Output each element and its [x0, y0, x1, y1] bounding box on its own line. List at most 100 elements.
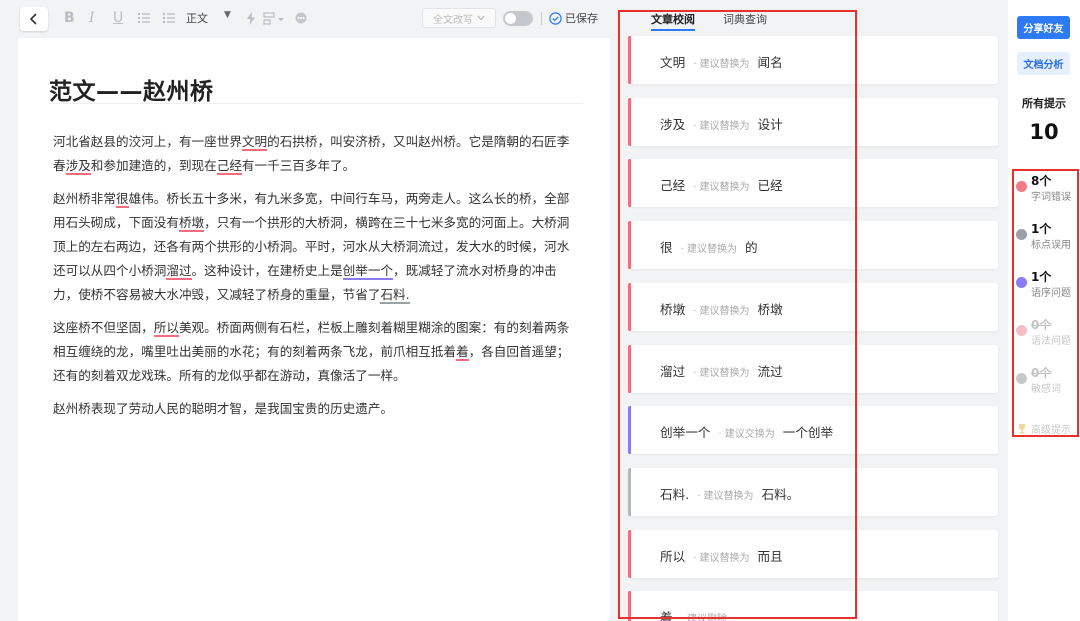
category-dot-icon: [1016, 181, 1027, 192]
suggestion-card[interactable]: 溜过 · 建议替换为 流过: [628, 344, 998, 393]
paragraph-line: 顶上的左右两边，还各有两个拱形的小桥洞。平时，河水从大桥洞流过，发大水的时候，河…: [53, 235, 578, 259]
suggestion-row: 创举一个 · 建议交换为 一个创举: [660, 422, 833, 441]
suggested-word[interactable]: 已经: [758, 175, 783, 194]
document-title[interactable]: 范文——赵州桥: [49, 72, 214, 106]
back-button[interactable]: [20, 7, 48, 31]
suggestion-card[interactable]: 很 · 建议替换为的: [628, 221, 998, 270]
text-segment: 春: [53, 158, 66, 173]
flagged-word[interactable]: 石料.: [380, 287, 410, 304]
suggestion-card[interactable]: 桥墩 · 建议替换为 桥墩: [628, 282, 998, 331]
suggested-word[interactable]: 流过: [758, 361, 783, 380]
paragraph-line: 还可以从四个小桥洞溜过。这种设计，在建桥史上是创举一个，既减轻了流水对桥身的冲击: [53, 259, 578, 283]
flagged-word[interactable]: 己经: [216, 158, 242, 175]
text-segment: ，既减轻了流水对桥身的冲击: [393, 263, 557, 278]
suggestion-color-bar: [628, 97, 631, 146]
lightning-icon[interactable]: [246, 9, 256, 27]
document-analysis-button[interactable]: 文档分析: [1017, 52, 1070, 75]
paragraph-line: 春涉及和参加建造的，到现在己经有一千三百多年了。: [53, 154, 578, 178]
paragraph-line: 赵州桥表现了劳动人民的聪明才智，是我国宝贵的历史遗产。: [53, 397, 578, 421]
flagged-word[interactable]: 创举一个: [342, 263, 394, 280]
flagged-word[interactable]: 文明: [241, 134, 268, 151]
paragraph-line: 还有的刻着双龙戏珠。所有的龙似乎都在游动，真像活了一样。: [53, 364, 578, 388]
suggestion-row: 石料. · 建议替换为 石料。: [660, 484, 799, 503]
category-count: 1个: [1031, 222, 1052, 236]
original-word: 创举一个: [660, 425, 711, 441]
suggestion-card[interactable]: 涉及 · 建议替换为 设计: [628, 97, 998, 146]
suggestion-color-bar: [628, 467, 631, 516]
suggestion-hint: · 建议替换为: [693, 59, 750, 70]
suggestion-color-bar: [628, 282, 631, 331]
flagged-word[interactable]: 很: [115, 191, 129, 208]
suggested-word[interactable]: 桥墩: [758, 299, 783, 318]
suggestion-color-bar: [628, 406, 631, 455]
paragraph-line: 赵州桥非常很雄伟。桥长五十多米，有九米多宽，中间行车马，两旁走人。这么长的桥，全…: [53, 187, 578, 211]
bold-icon[interactable]: B: [64, 9, 75, 27]
original-word: 己经: [660, 178, 686, 194]
save-status: 已保存: [549, 10, 598, 26]
tab-proofread[interactable]: 文章校阅: [651, 11, 695, 31]
document-paragraph[interactable]: 赵州桥非常很雄伟。桥长五十多米，有九米多宽，中间行车马，两旁走人。这么长的桥，全…: [53, 187, 578, 307]
suggestion-hint: · 建议替换为: [680, 244, 737, 256]
flagged-word[interactable]: 桥墩: [178, 215, 205, 232]
suggested-word[interactable]: 的: [745, 237, 758, 256]
hint-category[interactable]: 1个标点误用: [1015, 220, 1077, 251]
category-count: 8个: [1031, 174, 1052, 188]
bullet-list-icon[interactable]: [162, 9, 176, 27]
flagged-word[interactable]: 溜过: [166, 263, 192, 280]
text-segment: 还可以从四个小桥洞: [53, 263, 167, 278]
document-paragraph[interactable]: 这座桥不但坚固，所以美观。桥面两侧有石栏，栏板上雕刻着糊里糊涂的图案：有的刻着两…: [53, 316, 578, 388]
category-label: 敏感词: [1031, 384, 1061, 395]
suggested-word[interactable]: 设计: [758, 114, 783, 133]
text-segment: 还有的刻着双龙戏珠。所有的龙似乎都在游动，真像活了一样。: [53, 368, 406, 383]
hint-category[interactable]: 8个 字词错误: [1015, 172, 1077, 203]
suggested-word[interactable]: 石料。: [762, 484, 800, 503]
document-paragraph[interactable]: 河北省赵县的洨河上，有一座世界文明的石拱桥，叫安济桥，又叫赵州桥。它是隋朝的石匠…: [53, 130, 578, 178]
document-editor[interactable]: 范文——赵州桥 河北省赵县的洨河上，有一座世界文明的石拱桥，叫安济桥，又叫赵州桥…: [18, 38, 610, 621]
suggestion-row: 所以 · 建议替换为 而且: [660, 546, 783, 565]
share-button[interactable]: 分享好友: [1017, 16, 1070, 39]
flagged-word[interactable]: 着: [456, 344, 469, 361]
suggestion-row: 桥墩 · 建议替换为 桥墩: [660, 299, 783, 318]
original-word: 文明: [660, 55, 686, 70]
suggested-word[interactable]: 一个创举: [783, 422, 833, 441]
suggestion-card[interactable]: 所以 · 建议替换为 而且: [628, 529, 998, 578]
suggestion-card[interactable]: 着 · 建议删除: [628, 591, 998, 621]
italic-icon[interactable]: I: [89, 9, 95, 27]
ordered-list-icon[interactable]: [137, 9, 151, 27]
more-icon[interactable]: [295, 9, 307, 27]
hint-category[interactable]: 0个 敏感词: [1015, 364, 1077, 395]
suggestion-row: 溜过 · 建议替换为 流过: [660, 361, 783, 380]
suggestion-card[interactable]: 石料. · 建议替换为 石料。: [628, 467, 998, 516]
paragraph-line: 相互缠绕的龙，嘴里吐出美丽的水花；有的刻着两条飞龙，前爪相互抵着着，各自回首遥望…: [53, 340, 578, 364]
suggested-word[interactable]: 而且: [758, 546, 783, 565]
format-dropdown-icon[interactable]: [263, 9, 285, 27]
advanced-hints[interactable]: 高级提示: [1016, 421, 1071, 436]
suggestion-card[interactable]: 文明 · 建议替换为 闻名: [628, 36, 998, 84]
document-paragraph[interactable]: 赵州桥表现了劳动人民的聪明才智，是我国宝贵的历史遗产。: [53, 397, 578, 421]
full-rewrite-select[interactable]: 全文改写: [422, 8, 496, 28]
underline-icon[interactable]: U: [113, 9, 123, 27]
original-word: 涉及: [660, 116, 686, 132]
suggestion-card[interactable]: 创举一个 · 建议交换为 一个创举: [628, 406, 998, 455]
hint-category[interactable]: 0个 语法问题: [1015, 316, 1077, 347]
text-segment: 相互缠绕的龙，嘴里吐出美丽的水花；有的刻着两条飞龙，前爪相互抵着: [53, 344, 456, 359]
text-segment: 力，使桥不容易被大水冲毁，又减轻了桥身的重量，节省了: [53, 287, 381, 302]
rewrite-toggle[interactable]: [503, 11, 533, 26]
suggestion-card[interactable]: 己经 · 建议替换为 已经: [628, 159, 998, 208]
hint-category[interactable]: 1个 语序问题: [1015, 268, 1077, 299]
category-label: 标点误用: [1031, 240, 1071, 251]
suggested-word[interactable]: 闻名: [758, 52, 783, 71]
category-dot-icon: [1016, 373, 1027, 384]
flagged-word[interactable]: 所以: [153, 320, 179, 337]
paragraph-style-select[interactable]: 正文: [186, 10, 208, 26]
original-word: 很: [660, 240, 673, 256]
suggestion-color-bar: [628, 221, 631, 270]
tab-dictionary[interactable]: 词典查询: [723, 11, 767, 27]
flagged-word[interactable]: 涉及: [65, 158, 91, 175]
text-segment: 河北省赵县的洨河上，有一座世界: [53, 134, 242, 149]
text-segment: 用石头砌成，下面没有: [53, 215, 179, 230]
document-body[interactable]: 河北省赵县的洨河上，有一座世界文明的石拱桥，叫安济桥，又叫赵州桥。它是隋朝的石匠…: [53, 130, 578, 430]
category-dot-icon: [1016, 277, 1027, 288]
caret-down-icon[interactable]: ▼: [224, 10, 231, 20]
text-segment: 的石拱桥，叫安济桥，又叫赵州桥。它是隋朝的石匠李: [267, 134, 570, 149]
